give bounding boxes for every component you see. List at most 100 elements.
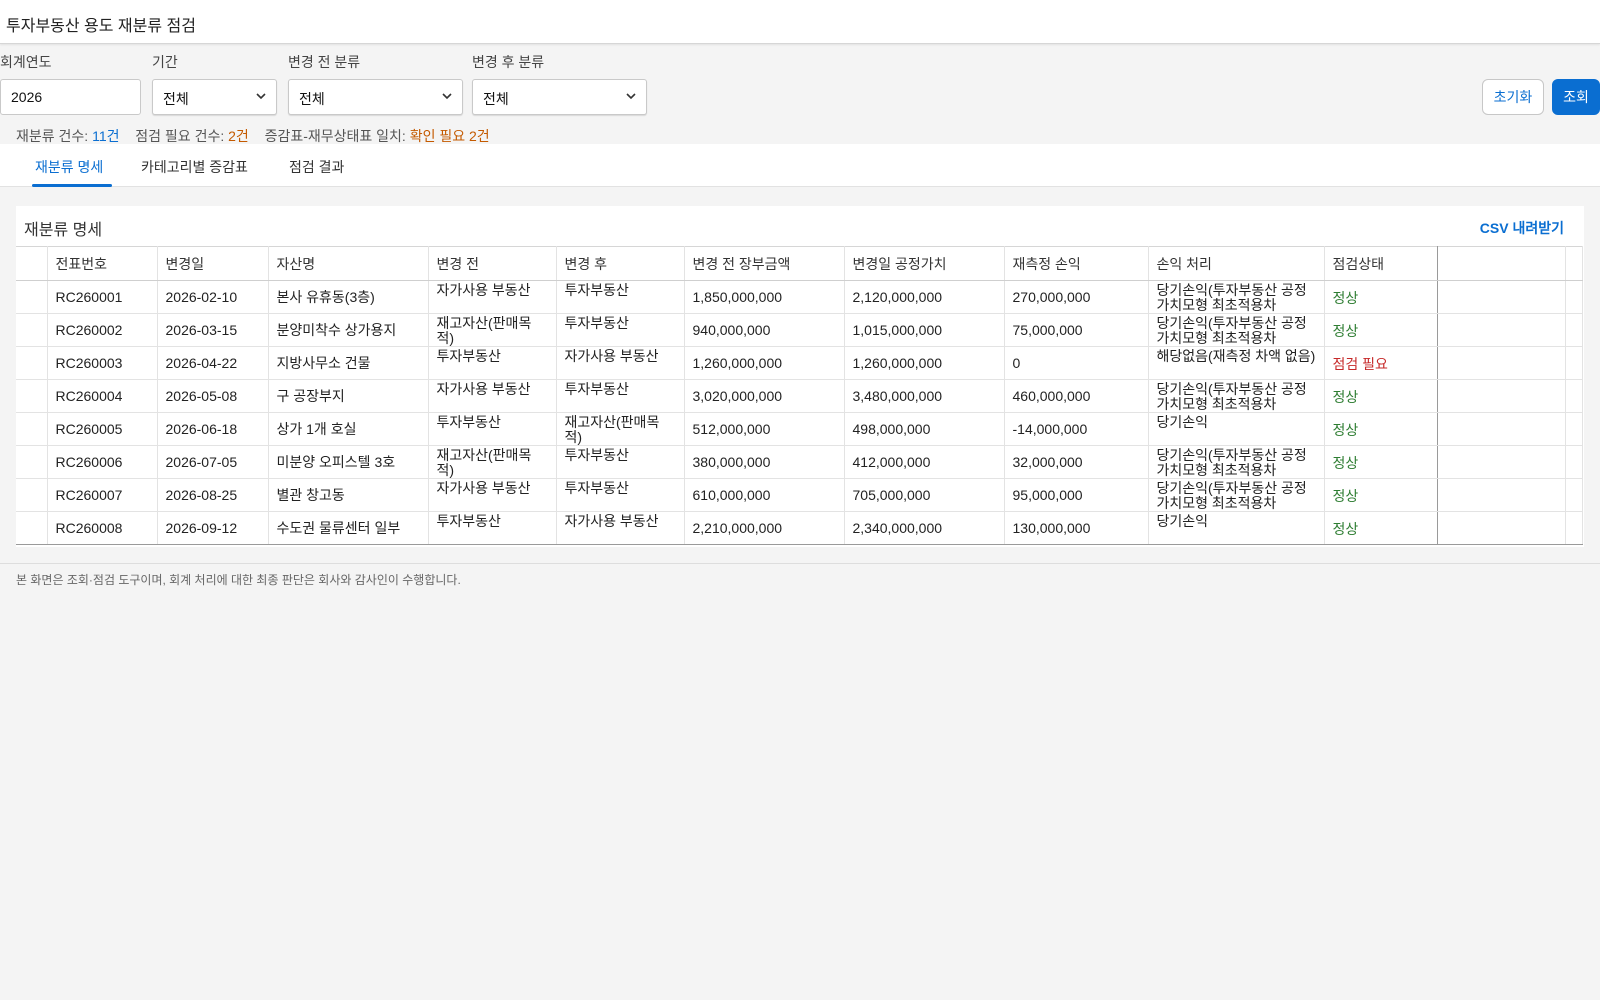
chevron-down-icon [626,93,636,100]
reset-button[interactable]: 초기화 [1482,79,1544,115]
period-select[interactable]: 전체 [152,79,277,115]
table-cell-text: 당기손익(투자부동산 공정가치모형 최초적용차 [1156,283,1307,313]
table-cell-text: 투자부동산 [564,481,629,496]
table-cell-text: 당기손익 [1156,415,1209,430]
table-row[interactable]: RC260007 2026-08-25 별관 창고동 자가사용 부동산 투자부동산 610… [16,478,1583,512]
table-cell-text: 투자부동산 [436,349,501,364]
table-cell-text: 해당없음(재측정 차액 없음) [1156,349,1316,364]
table-row[interactable]: RC260006 2026-07-05 미분양 오피스텔 3호 재고자산(판매목적) 투… [16,445,1583,479]
reclass-table: 전표번호 변경일 자산명 변경 전 변경 후 변경 전 장부금액 변경일 공정가… [16,246,1583,545]
fiscal-year-field: 회계연도 2026 [0,52,141,115]
tab-category-change[interactable]: 카테고리별 증감표 [141,157,248,177]
table-cell: 투자부동산 [556,379,685,413]
table-cell: 재고자산(판매목적) [428,445,557,479]
column-header[interactable]: 변경일 공정가치 [844,246,1005,281]
table-cell: 2026-04-22 [157,346,269,380]
row-select-cell[interactable] [16,511,48,545]
before-class-field: 변경 전 분류 전체 [288,52,463,115]
column-header[interactable]: 전표번호 [47,246,158,281]
column-header[interactable]: 손익 처리 [1148,246,1325,281]
empty-cell [1437,478,1566,512]
table-cell: 1,015,000,000 [844,313,1005,347]
empty-cell [1437,511,1566,545]
before-class-select[interactable]: 전체 [288,79,463,115]
table-cell: 상가 1개 호실 [268,412,429,446]
table-cell-text: 자가사용 부동산 [436,481,531,496]
status-badge: 정상 [1324,445,1438,479]
search-button[interactable]: 조회 [1552,79,1600,115]
table-cell: 1,850,000,000 [684,280,845,314]
table-cell-text: 투자부동산 [564,382,629,397]
table-cell: 별관 창고동 [268,478,429,512]
fiscal-year-value: 2026 [11,89,43,105]
empty-cell [1437,412,1566,446]
column-header[interactable]: 변경 전 장부금액 [684,246,845,281]
csv-download-button[interactable]: CSV 내려받기 [1480,218,1564,238]
empty-cell [1437,379,1566,413]
table-cell: RC260007 [47,478,158,512]
reclass-count-label: 재분류 건수: [16,128,89,144]
scrollbar-header [1565,246,1583,281]
status-badge: 점검 필요 [1324,346,1438,380]
table-header-row: 전표번호 변경일 자산명 변경 전 변경 후 변경 전 장부금액 변경일 공정가… [16,246,1583,281]
column-header[interactable]: 변경일 [157,246,269,281]
table-row[interactable]: RC260002 2026-03-15 분양미착수 상가용지 재고자산(판매목적) 투자… [16,313,1583,347]
scrollbar-cell [1565,445,1583,479]
table-cell: 투자부동산 [556,280,685,314]
table-cell: 구 공장부지 [268,379,429,413]
status-badge: 정상 [1324,313,1438,347]
row-select-cell[interactable] [16,346,48,380]
empty-cell [1437,346,1566,380]
table-body: RC260001 2026-02-10 본사 유휴동(3층) 자가사용 부동산 투자부동… [16,280,1583,545]
table-row[interactable]: RC260005 2026-06-18 상가 1개 호실 투자부동산 재고자산(판매목적… [16,412,1583,446]
table-row[interactable]: RC260001 2026-02-10 본사 유휴동(3층) 자가사용 부동산 투자부동… [16,280,1583,314]
row-select-cell[interactable] [16,280,48,314]
table-cell: 460,000,000 [1004,379,1149,413]
table-row[interactable]: RC260008 2026-09-12 수도권 물류센터 일부 투자부동산 자가사용 부… [16,511,1583,545]
column-header[interactable]: 점검상태 [1324,246,1438,281]
before-class-value: 전체 [299,91,325,107]
table-cell: 2,210,000,000 [684,511,845,545]
table-row[interactable]: RC260004 2026-05-08 구 공장부지 자가사용 부동산 투자부동산 3,0… [16,379,1583,413]
table-cell: 270,000,000 [1004,280,1149,314]
row-select-cell[interactable] [16,412,48,446]
table-cell-text: 당기손익(투자부동산 공정가치모형 최초적용차 [1156,382,1307,412]
tab-check-result[interactable]: 점검 결과 [289,157,344,177]
scrollbar-cell [1565,379,1583,413]
row-select-cell[interactable] [16,379,48,413]
table-cell: RC260006 [47,445,158,479]
table-cell-text: 투자부동산 [564,283,629,298]
empty-cell [1437,280,1566,314]
table-cell: 412,000,000 [844,445,1005,479]
scrollbar-cell [1565,511,1583,545]
table-cell-text: 자가사용 부동산 [436,382,531,397]
table-cell: 2,340,000,000 [844,511,1005,545]
tab-reclass-detail[interactable]: 재분류 명세 [35,157,103,177]
table-cell: 2026-03-15 [157,313,269,347]
check-needed-value: 2건 [228,128,249,144]
table-cell: 32,000,000 [1004,445,1149,479]
column-header[interactable]: 재측정 손익 [1004,246,1149,281]
after-class-select[interactable]: 전체 [472,79,647,115]
after-class-label: 변경 후 분류 [472,54,545,70]
table-cell: 본사 유휴동(3층) [268,280,429,314]
fiscal-year-input[interactable]: 2026 [0,79,141,115]
column-header[interactable]: 변경 전 [428,246,557,281]
row-select-cell[interactable] [16,313,48,347]
table-cell: 2026-08-25 [157,478,269,512]
row-select-cell[interactable] [16,478,48,512]
table-cell: 당기손익(투자부동산 공정가치모형 최초적용차 [1148,445,1325,479]
column-header[interactable]: 변경 후 [556,246,685,281]
table-cell-text: 자가사용 부동산 [564,514,659,529]
row-select-cell[interactable] [16,445,48,479]
scrollbar-cell [1565,478,1583,512]
panel-header: 재분류 명세 CSV 내려받기 [16,206,1584,246]
period-value: 전체 [163,91,189,107]
table-cell: 자가사용 부동산 [556,511,685,545]
table-cell-text: 재고자산(판매목적) [436,448,532,478]
table-cell-text: 당기손익(투자부동산 공정가치모형 최초적용차 [1156,316,1307,346]
summary-bar: 재분류 건수: 11건 점검 필요 건수: 2건 증감표-재무상태표 일치: 확… [16,126,490,146]
table-cell: 2026-09-12 [157,511,269,545]
table-row[interactable]: RC260003 2026-04-22 지방사무소 건물 투자부동산 자가사용 부동산 1… [16,346,1583,380]
column-header[interactable]: 자산명 [268,246,429,281]
